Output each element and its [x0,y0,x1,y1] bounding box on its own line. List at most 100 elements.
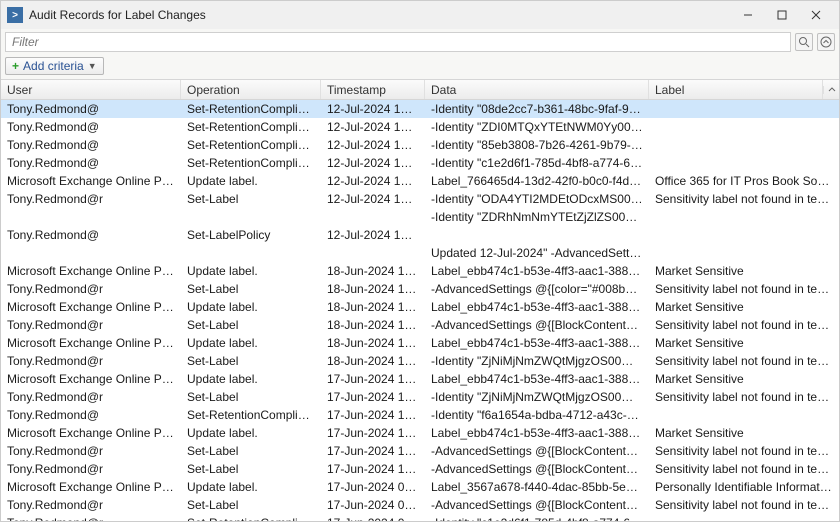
cell-user: Tony.Redmond@ [1,118,181,136]
add-criteria-button[interactable]: + Add criteria ▼ [5,57,104,75]
minimize-icon [743,10,753,20]
filter-bar [1,29,839,55]
cell-data: -Identity "c1e2d6f1-785d-4bf8-a774-6a26e… [425,154,649,172]
cell-user: Microsoft Exchange Online Protection [1,262,181,280]
cell-operation: Set-RetentionCompliancePolicy [181,136,321,154]
table-row[interactable]: Microsoft Exchange Online ProtectionUpda… [1,172,839,190]
cell-user: Tony.Redmond@r [1,460,181,478]
table-row[interactable]: Tony.Redmond@rSet-RetentionCompliancePol… [1,514,839,521]
cell-timestamp: 17-Jun-2024 09:39:48 [321,496,425,514]
table-row[interactable]: Microsoft Exchange Online ProtectionUpda… [1,298,839,316]
cell-label: Sensitivity label not found in tenant [649,280,839,298]
cell-operation: Set-Label [181,388,321,406]
cell-label [649,244,839,262]
grid-rows[interactable]: Tony.Redmond@Set-RetentionCompliancePoli… [1,100,839,521]
cell-data: -Identity "ZjNiMjNmZWQtMjgzOS00MjcwLTliM… [425,388,649,406]
cell-label [649,514,839,521]
cell-user: Tony.Redmond@r [1,514,181,521]
cell-data: -AdvancedSettings @{[BlockContentAnalysi… [425,316,649,334]
cell-data: -Identity "ODA4YTI2MDEtODcxMS00NGRiLWEzM… [425,190,649,208]
table-row[interactable]: Microsoft Exchange Online ProtectionUpda… [1,262,839,280]
cell-operation: Set-Label [181,280,321,298]
cell-timestamp: 12-Jul-2024 17:04:42 [321,172,425,190]
table-row[interactable]: Microsoft Exchange Online ProtectionUpda… [1,424,839,442]
table-row[interactable]: Tony.Redmond@Set-RetentionCompliancePoli… [1,406,839,424]
filter-input[interactable] [5,32,791,52]
cell-data [425,226,649,244]
cell-label: Market Sensitive [649,298,839,316]
table-row[interactable]: Tony.Redmond@rSet-Label17-Jun-2024 09:39… [1,496,839,514]
cell-timestamp: 17-Jun-2024 12:39:29 [321,406,425,424]
cell-data: -Identity "ZDI0MTQxYTEtNWM0Yy00ZDU2LWIxN… [425,118,649,136]
plus-icon: + [12,59,19,73]
chevron-up-icon [828,86,836,94]
cell-operation: Update label. [181,334,321,352]
cell-operation: Set-Label [181,496,321,514]
table-row[interactable]: Tony.Redmond@rSet-Label17-Jun-2024 12:42… [1,388,839,406]
chevron-down-icon: ▼ [88,61,97,71]
col-header-label[interactable]: Label [649,80,823,99]
cell-user: Microsoft Exchange Online Protection [1,334,181,352]
cell-data: -Identity "85eb3808-7b26-4261-9b79-16178… [425,136,649,154]
col-header-timestamp[interactable]: Timestamp [321,80,425,99]
cell-label: Market Sensitive [649,424,839,442]
cell-user: Microsoft Exchange Online Protection [1,298,181,316]
table-row[interactable]: Tony.Redmond@Set-RetentionCompliancePoli… [1,136,839,154]
cell-operation: Update label. [181,478,321,496]
cell-label: Sensitivity label not found in tenant [649,388,839,406]
cell-data: Label_ebb474c1-b53e-4ff3-aac1-388e9c27e9… [425,262,649,280]
cell-label: Sensitivity label not found in tenant [649,316,839,334]
table-row[interactable]: Tony.Redmond@rSet-Label17-Jun-2024 10:26… [1,442,839,460]
cell-data: -Identity "c1e2d6f1-785d-4bf8-a774-6a26e… [425,514,649,521]
cell-operation [181,244,321,262]
table-row[interactable]: Tony.Redmond@rSet-Label18-Jun-2024 16:02… [1,280,839,298]
cell-data: Label_3567a678-f440-4dac-85bb-5e714f1393… [425,478,649,496]
cell-user: Tony.Redmond@ [1,226,181,244]
cell-timestamp: 18-Jun-2024 15:15:11 [321,352,425,370]
cell-timestamp: 12-Jul-2024 18:04:51 [321,100,425,118]
table-row[interactable]: Tony.Redmond@rSet-Label17-Jun-2024 10:25… [1,460,839,478]
col-header-user[interactable]: User [1,80,181,99]
cell-data: -AdvancedSettings @{[BlockContentAnalysi… [425,442,649,460]
table-row[interactable]: Tony.Redmond@rSet-Label18-Jun-2024 15:15… [1,352,839,370]
search-icon [798,36,810,48]
table-row[interactable]: Tony.Redmond@Set-RetentionComplianceRule… [1,118,839,136]
cell-operation: Update label. [181,424,321,442]
close-button[interactable] [799,2,833,28]
cell-data: Label_766465d4-13d2-42f0-b0c0-f4df6f79f1… [425,172,649,190]
cell-label: Market Sensitive [649,334,839,352]
cell-timestamp: 12-Jul-2024 17:23:53 [321,154,425,172]
minimize-button[interactable] [731,2,765,28]
cell-operation: Set-Label [181,190,321,208]
table-row[interactable]: Microsoft Exchange Online ProtectionUpda… [1,478,839,496]
col-header-data[interactable]: Data [425,80,649,99]
cell-data: -AdvancedSettings @{[BlockContentAnalysi… [425,496,649,514]
table-row[interactable]: -Identity "ZDRhNmNmYTEtZjZlZS00MDM3LWExY… [1,208,839,226]
criteria-bar: + Add criteria ▼ [1,55,839,79]
cell-user: Tony.Redmond@r [1,316,181,334]
col-header-operation[interactable]: Operation [181,80,321,99]
table-row[interactable]: Tony.Redmond@rSet-Label12-Jul-2024 17:04… [1,190,839,208]
cell-timestamp: 18-Jun-2024 16:02:45 [321,280,425,298]
cell-timestamp: 18-Jun-2024 16:00:05 [321,298,425,316]
clear-filter-button[interactable] [795,33,813,51]
cell-operation: Set-Label [181,316,321,334]
cell-label: Sensitivity label not found in tenant [649,496,839,514]
cell-data: -Identity "f6a1654a-bdba-4712-a43c-354e2… [425,406,649,424]
cell-label: Market Sensitive [649,262,839,280]
cell-user [1,244,181,262]
table-row[interactable]: Tony.Redmond@rSet-Label18-Jun-2024 15:59… [1,316,839,334]
table-row[interactable]: Microsoft Exchange Online ProtectionUpda… [1,370,839,388]
cell-operation: Set-LabelPolicy [181,226,321,244]
maximize-button[interactable] [765,2,799,28]
cell-user [1,208,181,226]
table-row[interactable]: Tony.Redmond@Set-LabelPolicy12-Jul-2024 … [1,226,839,244]
cell-user: Tony.Redmond@ [1,100,181,118]
table-row[interactable]: Microsoft Exchange Online ProtectionUpda… [1,334,839,352]
table-row[interactable]: Updated 12-Jul-2024" -AdvancedSettings @… [1,244,839,262]
table-row[interactable]: Tony.Redmond@Set-RetentionCompliancePoli… [1,100,839,118]
expand-button[interactable] [817,33,835,51]
cell-label: Sensitivity label not found in tenant [649,352,839,370]
window-title: Audit Records for Label Changes [29,8,731,22]
table-row[interactable]: Tony.Redmond@Set-RetentionCompliancePoli… [1,154,839,172]
